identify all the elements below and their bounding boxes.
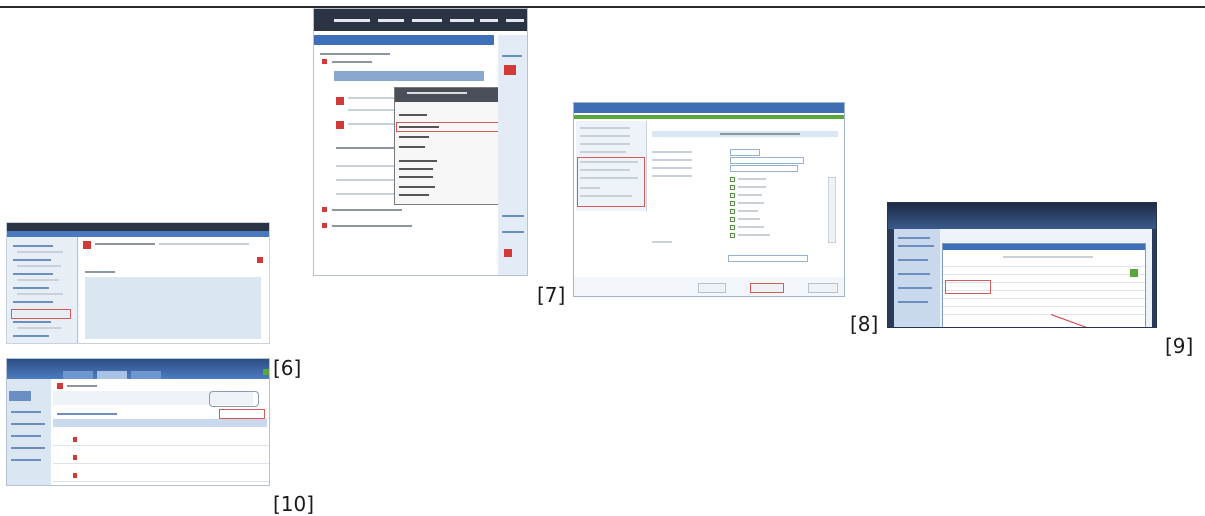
thumb7-taskbar [314,9,527,31]
thumb10-callout [209,391,259,407]
thumb10-content [53,379,269,485]
screenshot-thumbnail-9[interactable] [887,202,1157,328]
thumb8-primary-button [750,283,784,293]
thumb8-nav-highlight [577,157,645,207]
thumb6-tree-panel [7,237,78,343]
thumb6-content [79,237,269,343]
caption-9: [9] [1165,334,1194,358]
thumb6-highlight-box [11,309,71,319]
thumb10-highlight [219,409,265,419]
thumb9-body [894,229,1152,327]
thumb10-header [7,359,269,379]
screenshot-thumbnail-7[interactable] [313,8,528,276]
caption-8: [8] [850,312,879,336]
thumb7-panel-header [314,35,494,45]
caption-6: [6] [273,356,302,380]
thumb6-red-icon-right [257,257,263,263]
thumb9-row-highlight [945,280,991,294]
thumb7-side-panel [498,35,527,275]
thumb8-left-nav [576,121,647,211]
thumb8-form [650,121,840,271]
screenshot-thumbnail-8[interactable] [573,102,845,297]
caption-7: [7] [537,283,566,307]
caption-10: [10] [273,492,315,516]
page-top-rule [0,6,1205,8]
thumb8-footer [574,277,844,296]
thumb10-sidebar [7,379,51,485]
thumb6-titlebar [7,223,269,231]
screenshot-thumbnail-10[interactable] [6,358,270,486]
thumb8-green-bar [574,115,844,119]
screenshot-thumbnail-6[interactable] [6,222,270,344]
thumb9-pointer-arrow [1050,314,1097,327]
thumb9-header-band [888,203,1156,229]
thumb9-dialog [942,243,1146,327]
thumb6-red-icon [83,241,91,249]
thumb8-titlebar [574,103,844,113]
